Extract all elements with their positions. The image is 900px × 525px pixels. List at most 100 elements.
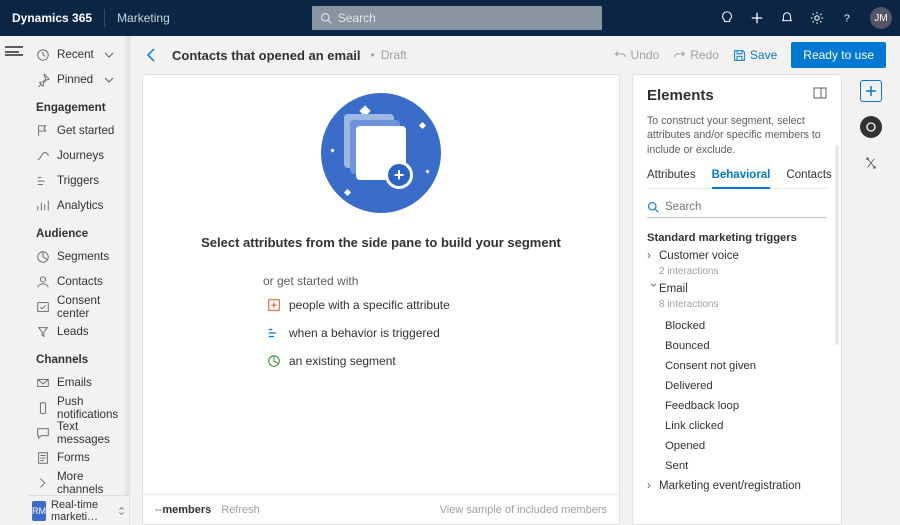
- nav-get-started[interactable]: Get started: [30, 118, 129, 143]
- nav-recent[interactable]: Recent: [30, 42, 129, 67]
- left-nav: Recent Pinned Engagement Get started Jou…: [28, 36, 130, 525]
- panel-title: Elements: [647, 87, 827, 104]
- journey-icon: [36, 149, 50, 163]
- save-button[interactable]: Save: [733, 48, 777, 62]
- arrow-left-icon: [144, 47, 160, 63]
- email-count: 8 interactions: [659, 299, 827, 310]
- elements-panel: Elements To construct your segment, sele…: [632, 74, 842, 525]
- redo-button[interactable]: Redo: [673, 48, 719, 62]
- behavior-icon: [267, 326, 281, 340]
- undo-button[interactable]: Undo: [614, 48, 660, 62]
- panel-description: To construct your segment, select attrib…: [647, 114, 827, 157]
- trigger-customer-voice[interactable]: › Customer voice: [647, 250, 827, 262]
- environment-switcher[interactable]: RM Real-time marketi…: [28, 495, 129, 525]
- nav-collapse-strip: [0, 36, 28, 525]
- flag-icon: [36, 124, 50, 138]
- nav-consent-center[interactable]: Consent center: [30, 294, 129, 319]
- trigger-leaf[interactable]: Blocked: [647, 316, 827, 336]
- starter-attribute[interactable]: people with a specific attribute: [267, 298, 450, 312]
- nav-analytics[interactable]: Analytics: [30, 193, 129, 218]
- chat-icon: [36, 426, 50, 440]
- starter-segment[interactable]: an existing segment: [267, 354, 396, 368]
- nav-triggers[interactable]: Triggers: [30, 168, 129, 193]
- nav-more-channels[interactable]: More channels: [30, 470, 129, 495]
- segments-icon: [36, 250, 50, 264]
- trigger-group-title: Standard marketing triggers: [647, 232, 827, 244]
- trigger-leaf[interactable]: Opened: [647, 436, 827, 456]
- chevron-right-icon: ›: [647, 480, 659, 492]
- consent-icon: [36, 300, 50, 314]
- module-label[interactable]: Marketing: [105, 11, 182, 25]
- nav-section-engagement: Engagement: [30, 92, 129, 118]
- bell-icon[interactable]: [772, 0, 802, 36]
- nav-forms[interactable]: Forms: [30, 445, 129, 470]
- nav-journeys[interactable]: Journeys: [30, 143, 129, 168]
- nav-section-channels: Channels: [30, 344, 129, 370]
- refresh-button[interactable]: Refresh: [221, 504, 260, 516]
- trigger-leaf[interactable]: Sent: [647, 456, 827, 476]
- rail-add-icon[interactable]: [860, 80, 882, 102]
- ready-to-use-button[interactable]: Ready to use: [791, 42, 886, 68]
- status-badge: Draft: [371, 48, 407, 62]
- avatar[interactable]: JM: [870, 7, 892, 29]
- nav-segments[interactable]: Segments: [30, 244, 129, 269]
- trigger-marketing-event[interactable]: › Marketing event/registration: [647, 480, 827, 492]
- global-search[interactable]: Search: [312, 6, 602, 30]
- panel-scrollbar[interactable]: [835, 145, 839, 345]
- nav-push[interactable]: Push notifications: [30, 395, 129, 420]
- nav-contacts[interactable]: Contacts: [30, 269, 129, 294]
- trigger-icon: [36, 174, 50, 188]
- nav-leads[interactable]: Leads: [30, 319, 129, 344]
- hamburger-icon[interactable]: [5, 46, 23, 56]
- canvas-or-label: or get started with: [263, 274, 358, 288]
- trigger-leaf[interactable]: Link clicked: [647, 416, 827, 436]
- chevron-right-icon: ›: [647, 250, 659, 262]
- brand-label: Dynamics 365: [0, 11, 104, 25]
- expand-panel-icon[interactable]: [813, 87, 827, 99]
- trigger-leaf[interactable]: Delivered: [647, 376, 827, 396]
- lightbulb-icon[interactable]: [712, 0, 742, 36]
- attribute-icon: [267, 298, 281, 312]
- form-icon: [36, 451, 50, 465]
- search-icon: [647, 201, 659, 213]
- panel-search-input[interactable]: [665, 201, 827, 213]
- right-rail: [854, 74, 888, 525]
- panel-tabs: Attributes Behavioral Contacts: [647, 169, 827, 189]
- view-sample-button[interactable]: View sample of included members: [440, 504, 607, 516]
- main-area: Contacts that opened an email Draft Undo…: [130, 36, 900, 525]
- leads-icon: [36, 325, 50, 339]
- env-label: Real-time marketi…: [51, 499, 118, 523]
- gear-icon[interactable]: [802, 0, 832, 36]
- rail-settings-icon[interactable]: [860, 152, 882, 174]
- save-icon: [733, 49, 746, 62]
- plus-icon[interactable]: [742, 0, 772, 36]
- trigger-leaf[interactable]: Bounced: [647, 336, 827, 356]
- canvas-footer: -- members Refresh View sample of includ…: [143, 494, 619, 524]
- back-button[interactable]: [144, 47, 160, 63]
- trigger-email[interactable]: › Email: [647, 283, 827, 295]
- tab-behavioral[interactable]: Behavioral: [712, 169, 771, 189]
- panel-search[interactable]: [647, 197, 827, 218]
- tab-contacts[interactable]: Contacts: [786, 169, 831, 188]
- search-placeholder: Search: [338, 11, 376, 25]
- chevron-down-icon: ›: [647, 283, 659, 295]
- trigger-leaf[interactable]: Consent not given: [647, 356, 827, 376]
- chevron-right-icon: [36, 476, 50, 490]
- rail-copilot-icon[interactable]: [860, 116, 882, 138]
- chevron-down-icon: [102, 75, 116, 85]
- nav-pinned[interactable]: Pinned: [30, 67, 129, 92]
- pin-icon: [36, 73, 50, 87]
- help-icon[interactable]: ?: [832, 0, 862, 36]
- nav-section-audience: Audience: [30, 218, 129, 244]
- command-bar: Contacts that opened an email Draft Undo…: [130, 36, 900, 74]
- trigger-leaf[interactable]: Feedback loop: [647, 396, 827, 416]
- redo-icon: [673, 49, 686, 62]
- search-icon: [320, 12, 332, 24]
- phone-icon: [36, 401, 50, 415]
- nav-text[interactable]: Text messages: [30, 420, 129, 445]
- starter-behavior[interactable]: when a behavior is triggered: [267, 326, 440, 340]
- nav-emails[interactable]: Emails: [30, 370, 129, 395]
- env-badge: RM: [32, 501, 46, 521]
- chevron-updown-icon: [118, 505, 125, 517]
- tab-attributes[interactable]: Attributes: [647, 169, 696, 188]
